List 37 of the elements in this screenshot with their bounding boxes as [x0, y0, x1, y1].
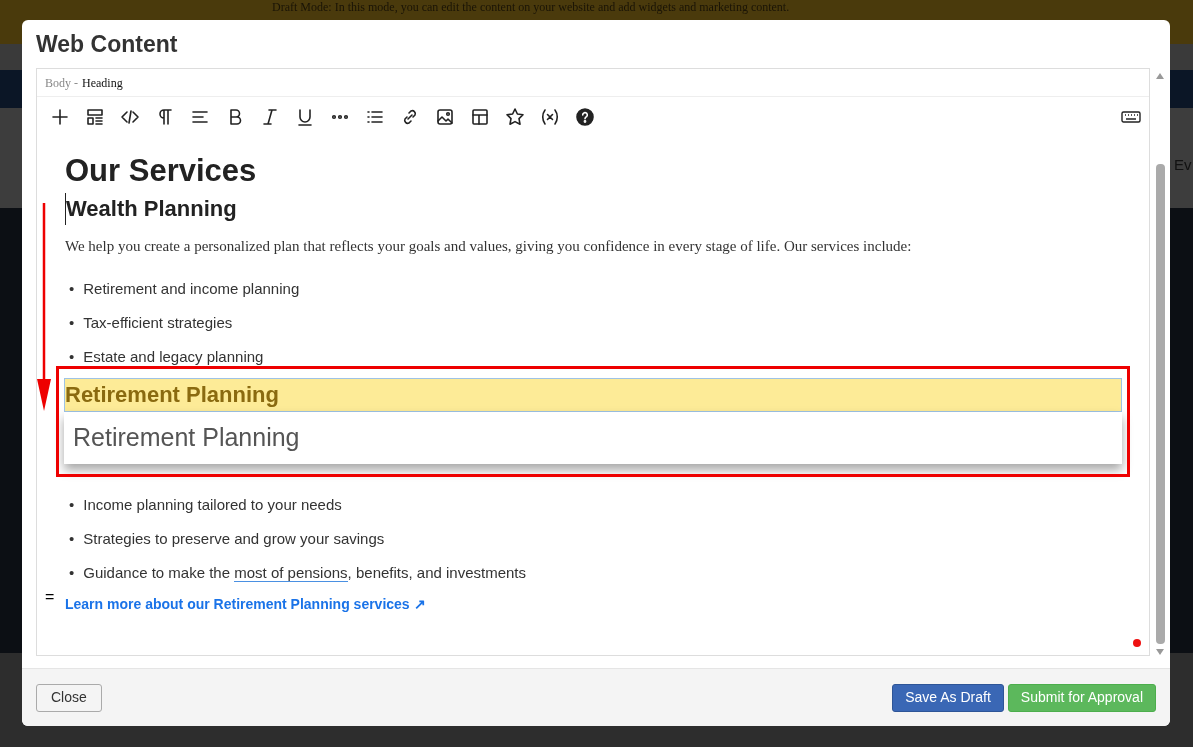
close-button[interactable]: Close — [36, 683, 102, 712]
bullet: • — [69, 346, 75, 367]
paragraph: We help you create a personalized plan that reflects your goals and values, giving you confidence in every stage of life. Our services include: — [65, 237, 913, 256]
list-item: Tax-efficient strategies — [83, 312, 233, 333]
bullet: • — [69, 278, 75, 299]
bullet: • — [69, 494, 75, 515]
list-item: Retirement and income planning — [83, 278, 300, 299]
underline-icon[interactable] — [295, 107, 315, 127]
scroll-down-icon[interactable] — [1155, 648, 1165, 656]
breadcrumb-item[interactable]: Body - — [45, 73, 78, 92]
table-icon[interactable] — [470, 107, 490, 127]
list-item: Estate and legacy planning — [83, 346, 264, 367]
star-icon[interactable] — [505, 107, 525, 127]
section-heading: Wealth Planning — [65, 193, 1121, 225]
list-item: Guidance to make the most of pensions, benefits, and investments — [83, 562, 527, 584]
list-item: Income planning tailored to your needs — [83, 494, 342, 515]
learn-more-link[interactable]: Learn more about our Retirement Planning services ↗ — [65, 593, 1121, 615]
dialog-title: Web Content — [36, 29, 178, 59]
keyboard-icon[interactable] — [1121, 110, 1141, 124]
bullet: • — [69, 312, 75, 333]
variable-icon[interactable] — [540, 107, 560, 127]
block-icon[interactable] — [85, 107, 105, 127]
save-draft-button[interactable]: Save As Draft — [892, 683, 1004, 712]
bullet: • — [69, 562, 75, 583]
suggestion-popup[interactable]: Retirement Planning — [64, 411, 1122, 464]
help-icon[interactable] — [575, 107, 595, 127]
add-icon[interactable] — [50, 107, 70, 127]
image-icon[interactable] — [435, 107, 455, 127]
code-icon[interactable] — [120, 107, 140, 127]
italic-icon[interactable] — [260, 107, 280, 127]
section-heading: Retirement Planning — [64, 377, 1122, 412]
breadcrumb-item[interactable]: Heading — [82, 73, 123, 92]
list-item: Strategies to preserve and grow your savings — [83, 528, 385, 549]
page-heading: Our Services — [65, 152, 258, 190]
drag-handle[interactable]: = — [45, 585, 55, 609]
scroll-up-icon[interactable] — [1155, 72, 1165, 80]
bullet: • — [69, 528, 75, 549]
